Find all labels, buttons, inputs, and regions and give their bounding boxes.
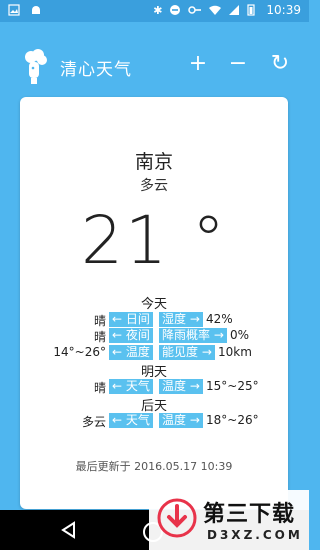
row-tag-left: ← 夜间	[109, 328, 153, 343]
bluetooth-icon: ✱	[153, 3, 163, 17]
after-tomorrow-label: 后天	[140, 399, 167, 414]
row-tag-left: ← 天气	[109, 413, 153, 428]
image-notification-icon	[8, 4, 20, 16]
tomorrow-row: 晴 ← 天气 温度 → 15°~25°	[20, 379, 288, 395]
tomorrow-label: 明天	[140, 365, 167, 380]
row-right-value: 18°~26°	[206, 413, 259, 427]
watermark-title: 第三下载	[203, 502, 296, 527]
today-row-temp: 14°~26° ← 温度 能见度 → 10km	[20, 345, 288, 361]
watermark-domain: D3XZ.COM	[207, 528, 303, 542]
row-value: 多云	[81, 415, 106, 429]
row-tag-left: ← 天气	[109, 379, 153, 394]
dnd-icon	[170, 5, 181, 15]
watermark: 第三下载 D3XZ.COM	[149, 490, 309, 550]
app-title: 清心天气	[60, 60, 132, 80]
row-value: 晴	[93, 314, 106, 328]
add-city-button[interactable]: +	[186, 52, 210, 76]
download-logo-icon	[157, 498, 197, 538]
row-right-value: 10km	[218, 345, 252, 359]
today-label: 今天	[140, 297, 167, 312]
row-value: 晴	[93, 330, 106, 344]
row-right-value: 15°~25°	[206, 379, 259, 393]
weather-card: 南京 多云 21 ° 今天 晴 ← 日间 湿度 → 42% 晴 ← 夜间 降雨概…	[20, 97, 288, 509]
today-row-night: 晴 ← 夜间 降雨概率 → 0%	[20, 328, 288, 344]
app-logo-icon	[25, 49, 47, 84]
row-tag-right: 降雨概率 →	[159, 328, 227, 343]
current-temperature: 21 °	[81, 202, 227, 279]
row-tag-left: ← 日间	[109, 312, 153, 327]
today-row-day: 晴 ← 日间 湿度 → 42%	[20, 312, 288, 328]
status-bar: ✱ 10:39	[0, 0, 309, 22]
after-tomorrow-row: 多云 ← 天气 温度 → 18°~26°	[20, 413, 288, 429]
row-tag-left: ← 温度	[109, 345, 153, 360]
row-tag-right: 湿度 →	[159, 312, 203, 327]
row-tag-right: 能见度 →	[159, 345, 215, 360]
wifi-icon	[209, 5, 222, 15]
android-notification-icon	[32, 6, 40, 14]
last-updated: 最后更新于 2016.05.17 10:39	[75, 460, 233, 473]
back-icon[interactable]	[60, 521, 78, 539]
row-right-value: 0%	[230, 328, 250, 342]
signal-icon	[229, 5, 240, 15]
row-tag-right: 温度 →	[159, 413, 203, 428]
row-tag-right: 温度 →	[159, 379, 203, 394]
refresh-button[interactable]: ↻	[268, 52, 292, 76]
key-icon	[188, 6, 202, 14]
battery-icon	[247, 4, 256, 16]
remove-city-button[interactable]: −	[226, 52, 250, 76]
row-value: 14°~26°	[53, 345, 106, 359]
status-time: 10:39	[266, 3, 301, 17]
city-name: 南京	[134, 151, 173, 173]
current-condition: 多云	[140, 178, 168, 194]
row-right-value: 42%	[206, 312, 233, 326]
row-value: 晴	[93, 381, 106, 395]
